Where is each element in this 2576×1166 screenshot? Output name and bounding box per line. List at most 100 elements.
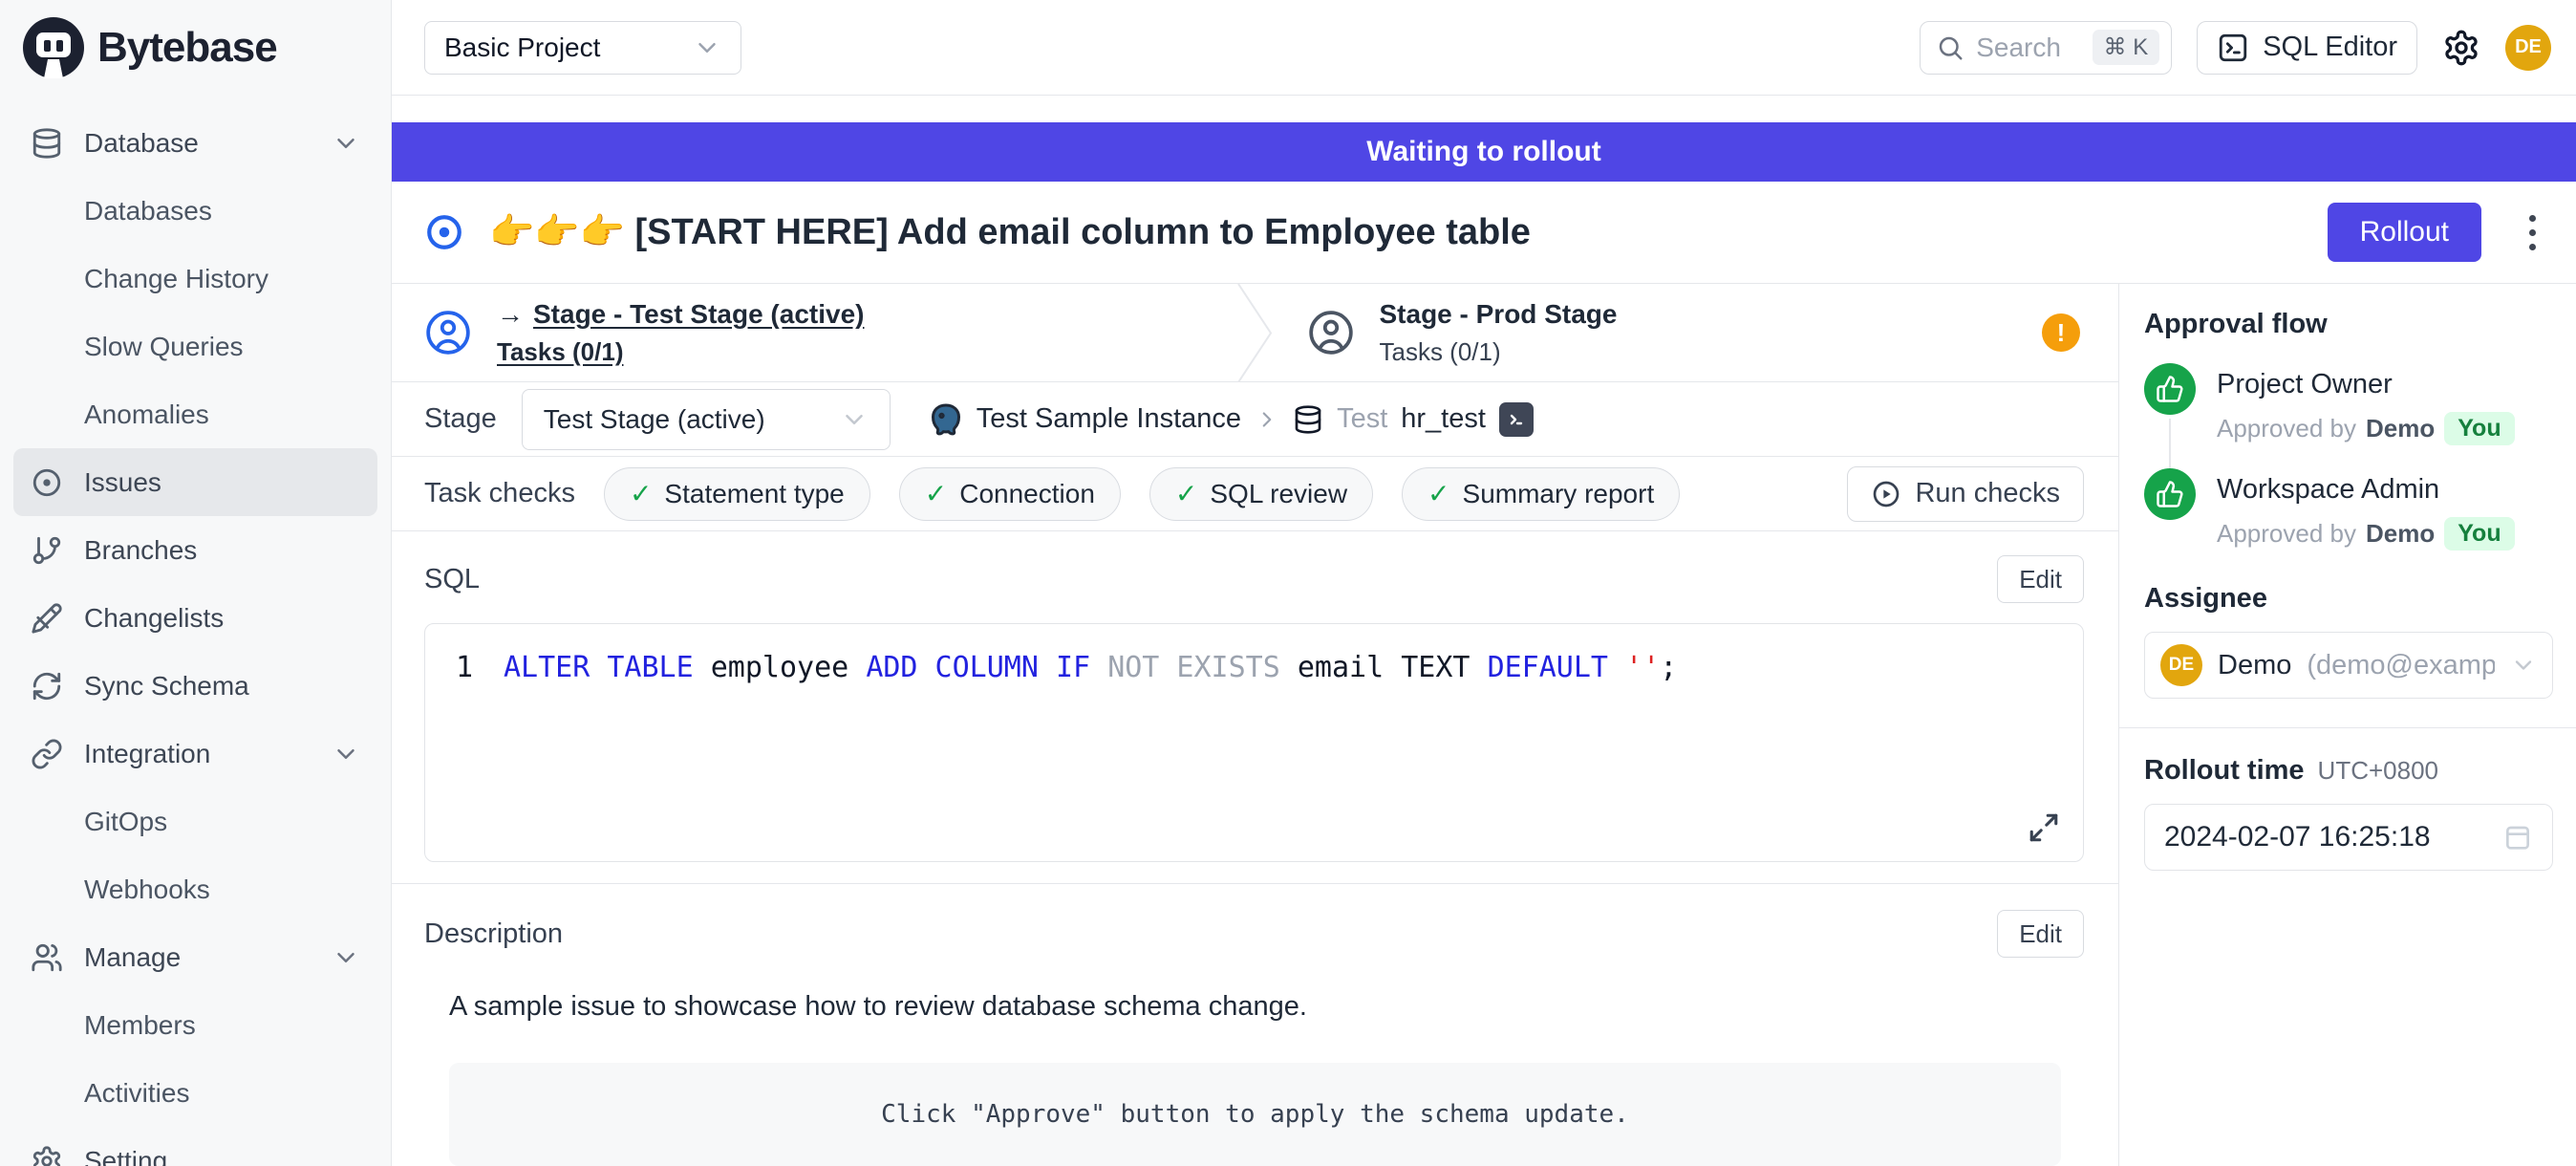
rollout-time-value: 2024-02-07 16:25:18 [2164,821,2502,853]
instance-name-link[interactable]: Test Sample Instance [977,403,1241,435]
stage-separator-chevron [1236,284,1275,381]
brand-name: Bytebase [97,24,277,72]
run-checks-button[interactable]: Run checks [1847,466,2084,522]
play-circle-icon [1871,479,1901,509]
database-icon [31,127,63,160]
approval-flow-title: Approval flow [2144,309,2553,340]
assignee-email: (demo@example [2307,650,2495,681]
check-pill-connection[interactable]: ✓Connection [899,467,1121,521]
link-icon [31,738,63,770]
line-number: 1 [425,651,504,684]
stage-label: Stage [424,403,497,435]
sql-code-line: 1ALTER TABLE employee ADD COLUMN IF NOT … [425,651,2083,684]
user-avatar[interactable]: DE [2505,25,2551,71]
sidebar-item-databases[interactable]: Databases [13,177,377,245]
calendar-icon[interactable] [2502,822,2533,853]
stage-user-icon [424,309,472,356]
description-note: Click "Approve" button to apply the sche… [449,1063,2061,1166]
sidebar-item-changelists[interactable]: Changelists [13,584,377,652]
sidebar: Bytebase Database Databases Change Histo… [0,0,392,1166]
sidebar-item-label: Database [84,128,199,159]
rollout-timezone: UTC+0800 [2318,756,2438,786]
thumbs-up-icon [2144,363,2196,415]
chevron-down-icon [332,129,360,158]
sidebar-item-manage[interactable]: Manage [13,923,377,991]
issue-sidebar: Approval flow Project Owner Approved by … [2119,284,2576,1166]
assignee-select[interactable]: DE Demo (demo@example [2144,632,2553,699]
rollout-time-input[interactable]: 2024-02-07 16:25:18 [2144,804,2553,871]
expand-icon[interactable] [2028,811,2060,844]
sidebar-item-anomalies[interactable]: Anomalies [13,380,377,448]
sidebar-item-gitops[interactable]: GitOps [13,788,377,855]
sidebar-item-database[interactable]: Database [13,109,377,177]
sidebar-item-setting[interactable]: Setting [13,1127,377,1166]
sql-editor-button[interactable]: SQL Editor [2197,21,2417,75]
sidebar-item-branches[interactable]: Branches [13,516,377,584]
database-name-link[interactable]: hr_test [1401,403,1486,435]
project-select[interactable]: Basic Project [424,21,741,75]
sql-editor-label: SQL Editor [2263,32,2397,63]
search-icon [1936,33,1964,62]
database-icon [1293,404,1323,435]
sidebar-nav: Database Databases Change History Slow Q… [0,96,391,1166]
sync-refresh-icon [31,670,63,702]
terminal-icon [2217,32,2249,64]
chevron-down-icon [840,405,869,434]
stage-card-test[interactable]: → Stage - Test Stage (active) Tasks (0/1) [392,284,1236,381]
postgres-icon [929,402,963,437]
issue-circle-dot-icon [31,466,63,499]
stage-select[interactable]: Test Stage (active) [522,389,891,450]
git-branch-icon [31,534,63,567]
project-select-value: Basic Project [444,32,693,63]
chevron-down-icon [2510,652,2537,679]
rollout-button[interactable]: Rollout [2328,203,2481,262]
approval-step: Workspace Admin Approved by Demo You [2144,468,2553,551]
warning-icon: ! [2042,313,2080,352]
search-input[interactable]: Search ⌘ K [1920,21,2172,75]
check-pill-summary-report[interactable]: ✓Summary report [1402,467,1680,521]
stage-card-prod[interactable]: Stage - Prod Stage Tasks (0/1) ! [1275,284,2119,381]
sidebar-item-members[interactable]: Members [13,991,377,1059]
sql-section: SQL Edit 1ALTER TABLE employee ADD COLUM… [392,531,2118,862]
brand-logo[interactable]: Bytebase [0,0,391,96]
active-stage-arrow: → [497,299,524,330]
open-sql-editor-icon[interactable] [1499,402,1534,437]
approval-role: Workspace Admin [2217,474,2515,506]
issue-status-icon [424,212,464,252]
approval-role: Project Owner [2217,369,2515,400]
thumbs-up-icon [2144,468,2196,520]
sql-code-editor[interactable]: 1ALTER TABLE employee ADD COLUMN IF NOT … [424,623,2084,862]
stage-tasks-link[interactable]: Tasks (0/1) [497,337,864,367]
sidebar-item-sync-schema[interactable]: Sync Schema [13,652,377,720]
sidebar-item-activities[interactable]: Activities [13,1059,377,1127]
check-pill-statement-type[interactable]: ✓Statement type [604,467,870,521]
sidebar-item-integration[interactable]: Integration [13,720,377,788]
settings-gear-icon[interactable] [2442,29,2480,67]
search-shortcut-kbd: ⌘ K [2093,30,2160,65]
database-breadcrumb: Test Sample Instance Test hr_test [929,402,1534,437]
task-checks-label: Task checks [424,478,575,509]
sidebar-item-webhooks[interactable]: Webhooks [13,855,377,923]
search-placeholder: Search [1976,32,2080,63]
issue-title: 👉👉👉 [START HERE] Add email column to Emp… [489,211,1531,253]
stage-name-link[interactable]: Stage - Test Stage (active) [533,299,864,330]
stage-strip: → Stage - Test Stage (active) Tasks (0/1)… [392,284,2118,382]
stage-tasks: Tasks (0/1) [1380,337,1618,367]
more-actions-kebab-icon[interactable] [2523,209,2542,256]
stage-selector-row: Stage Test Stage (active) Test Sample In… [392,382,2118,457]
check-icon: ✓ [630,478,652,509]
task-checks-row: Task checks ✓Statement type ✓Connection … [392,457,2118,531]
sidebar-item-change-history[interactable]: Change History [13,245,377,313]
changelist-pencil-icon [31,602,63,635]
description-title: Description [424,918,563,950]
users-icon [31,941,63,974]
check-icon: ✓ [1175,478,1197,509]
status-banner: Waiting to rollout [392,122,2576,182]
sql-edit-button[interactable]: Edit [1997,555,2084,603]
sidebar-item-issues[interactable]: Issues [13,448,377,516]
check-pill-sql-review[interactable]: ✓SQL review [1149,467,1373,521]
sidebar-item-slow-queries[interactable]: Slow Queries [13,313,377,380]
app-window: Bytebase Database Databases Change Histo… [0,0,2576,1166]
chevron-right-icon [1255,407,1279,432]
description-edit-button[interactable]: Edit [1997,910,2084,958]
